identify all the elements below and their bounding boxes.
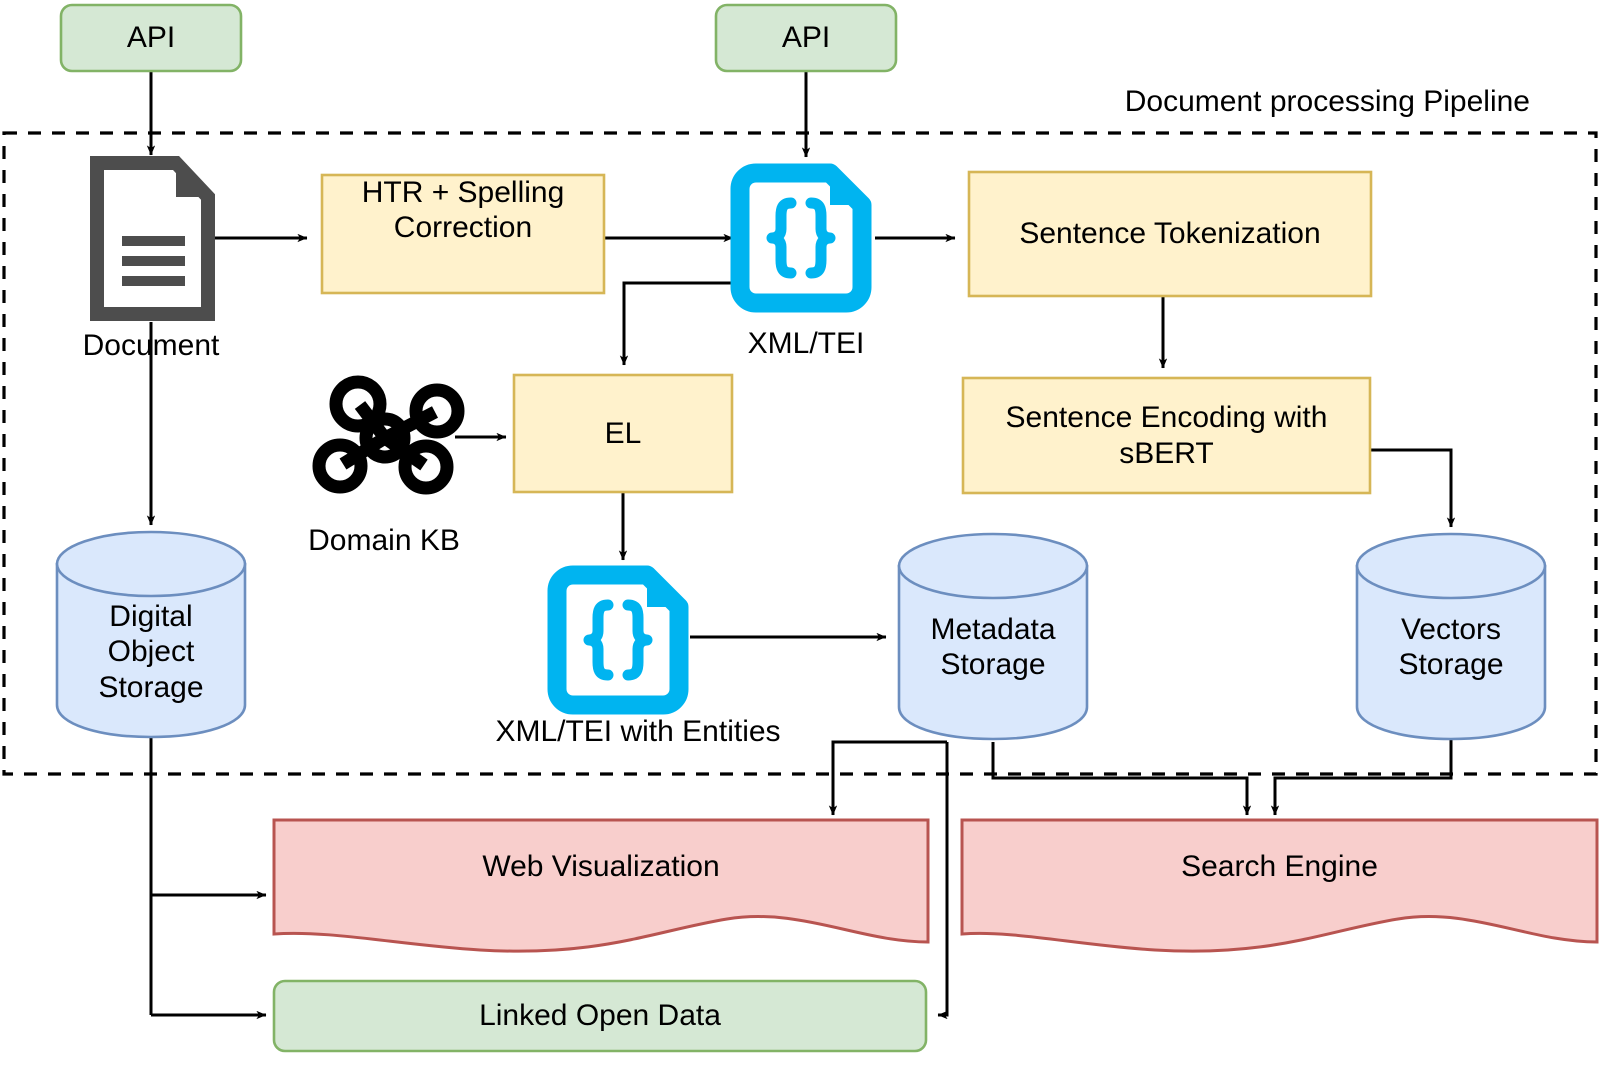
edge-metadata-to-search [991,742,1252,816]
api-right-box [714,3,898,73]
xml-tei-entities-label: XML/TEI with Entities [495,715,781,749]
web-visualization-label: Web Visualization [482,850,720,884]
xml-tei-entities-icon [547,565,689,715]
edge-metadata-to-webviz [828,740,947,816]
sentence-tokenization-label: Sentence Tokenization [1019,217,1321,251]
htr-label: HTR + Spelling Correction [361,176,565,245]
domain-kb-label: Domain KB [308,524,460,558]
pipeline-boundary [2,131,1598,776]
web-visualization-shape [272,818,930,953]
api-left-label: API [126,21,176,55]
linked-open-data-label: Linked Open Data [479,999,721,1033]
document-label: Document [82,329,220,363]
edge-metadata-to-lod [937,742,949,1020]
api-left-box [59,3,243,73]
htr-box [320,173,606,295]
el-box [512,373,734,494]
edge-encoding-to-vectors [1370,448,1456,528]
search-engine-label: Search Engine [1181,850,1378,884]
vectors-storage-cylinder [1355,532,1547,741]
sentence-encoding-label: Sentence Encoding with sBERT [1005,401,1328,470]
diagram-canvas: Document processing Pipeline API API Doc… [0,0,1600,1071]
api-right-label: API [781,21,831,55]
xml-tei-label: XML/TEI [747,327,865,361]
digital-object-storage-label: Digital Object Storage [98,599,204,704]
edge-xmltei-to-el [619,281,739,366]
sentence-tokenization-box [967,170,1373,298]
digital-object-storage-cylinder [55,530,247,739]
edge-vectors-to-search [1270,737,1453,816]
diagram-shapes-layer [2,3,1599,1053]
linked-open-data-box [272,979,928,1053]
boundary-title: Document processing Pipeline [1124,85,1530,119]
metadata-storage-label: Metadata Storage [930,612,1056,681]
sentence-encoding-box [961,376,1372,495]
search-engine-shape [960,818,1599,953]
metadata-storage-cylinder [897,532,1089,741]
xml-tei-icon [730,163,872,313]
domain-kb-icon [312,375,465,495]
edges-group [146,71,1456,1020]
vectors-storage-label: Vectors Storage [1398,612,1504,681]
el-label: EL [604,416,642,450]
document-icon [90,156,215,321]
